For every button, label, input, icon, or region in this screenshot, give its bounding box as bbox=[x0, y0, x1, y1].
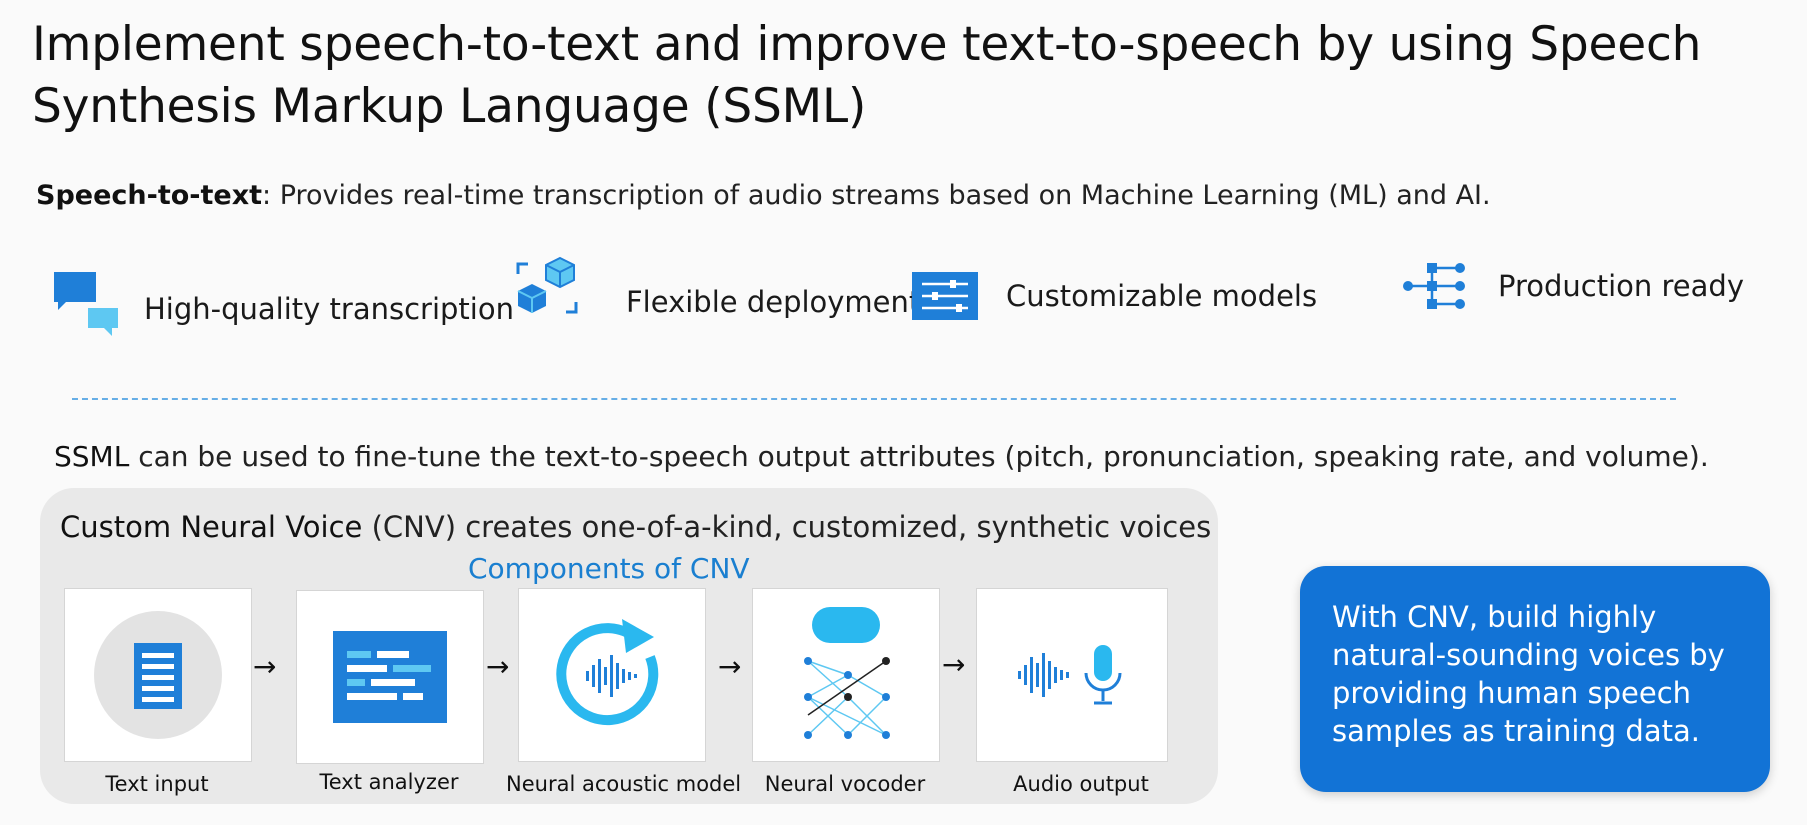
feature-high-quality-transcription: High-quality transcription bbox=[52, 270, 514, 336]
feature-flexible-deployment: Flexible deployment bbox=[514, 256, 920, 320]
cnv-text: (CNV) creates one-of-a-kind, customized,… bbox=[362, 510, 1212, 544]
feature-label: Production ready bbox=[1498, 269, 1744, 303]
component-audio-output bbox=[976, 588, 1168, 762]
components-title: Components of CNV bbox=[468, 552, 750, 585]
cnv-description: Custom Neural Voice (CNV) creates one-of… bbox=[60, 510, 1211, 544]
flow-arrow: → bbox=[942, 648, 966, 681]
ssml-term: SSML bbox=[54, 440, 130, 473]
chat-bubbles-icon bbox=[52, 270, 122, 336]
cnv-term: Custom Neural Voice bbox=[60, 510, 363, 544]
component-text-input bbox=[64, 588, 252, 762]
component-text-analyzer bbox=[296, 590, 484, 764]
component-neural-vocoder bbox=[752, 588, 940, 762]
text-analyzer-icon bbox=[333, 631, 447, 723]
feature-production-ready: Production ready bbox=[1402, 260, 1744, 312]
neural-network-icon bbox=[796, 605, 896, 745]
speech-to-text-term: Speech-to-text bbox=[36, 180, 263, 211]
section-divider bbox=[72, 398, 1676, 400]
document-icon bbox=[94, 611, 222, 739]
deployment-cubes-icon bbox=[514, 256, 580, 320]
component-label: Neural vocoder bbox=[764, 772, 926, 796]
microphone-waveform-icon bbox=[1016, 643, 1128, 707]
sliders-icon bbox=[912, 272, 978, 320]
feature-label: Customizable models bbox=[1006, 279, 1318, 313]
feature-customizable-models: Customizable models bbox=[912, 272, 1317, 320]
feature-label: High-quality transcription bbox=[144, 292, 514, 326]
feature-label: Flexible deployment bbox=[626, 285, 921, 319]
flow-arrow: → bbox=[718, 650, 742, 683]
network-nodes-icon bbox=[1402, 260, 1468, 312]
flow-arrow: → bbox=[486, 650, 510, 683]
component-label: Neural acoustic model bbox=[506, 772, 742, 796]
component-neural-acoustic-model bbox=[518, 588, 706, 762]
page-title: Implement speech-to-text and improve tex… bbox=[32, 17, 1702, 134]
ssml-text: can be used to fine-tune the text-to-spe… bbox=[129, 440, 1709, 473]
speech-to-text-description: Speech-to-text: Provides real-time trans… bbox=[36, 180, 1491, 211]
speech-to-text-text: : Provides real-time transcription of au… bbox=[262, 180, 1491, 211]
callout-text: With CNV, build highly natural-sounding … bbox=[1332, 600, 1725, 748]
acoustic-model-icon bbox=[552, 615, 672, 735]
cnv-callout: With CNV, build highly natural-sounding … bbox=[1300, 566, 1770, 792]
component-label: Text analyzer bbox=[319, 770, 459, 794]
component-label: Text input bbox=[105, 772, 209, 796]
component-label: Audio output bbox=[1013, 772, 1149, 796]
ssml-description: SSML can be used to fine-tune the text-t… bbox=[54, 440, 1709, 473]
flow-arrow: → bbox=[253, 650, 277, 683]
